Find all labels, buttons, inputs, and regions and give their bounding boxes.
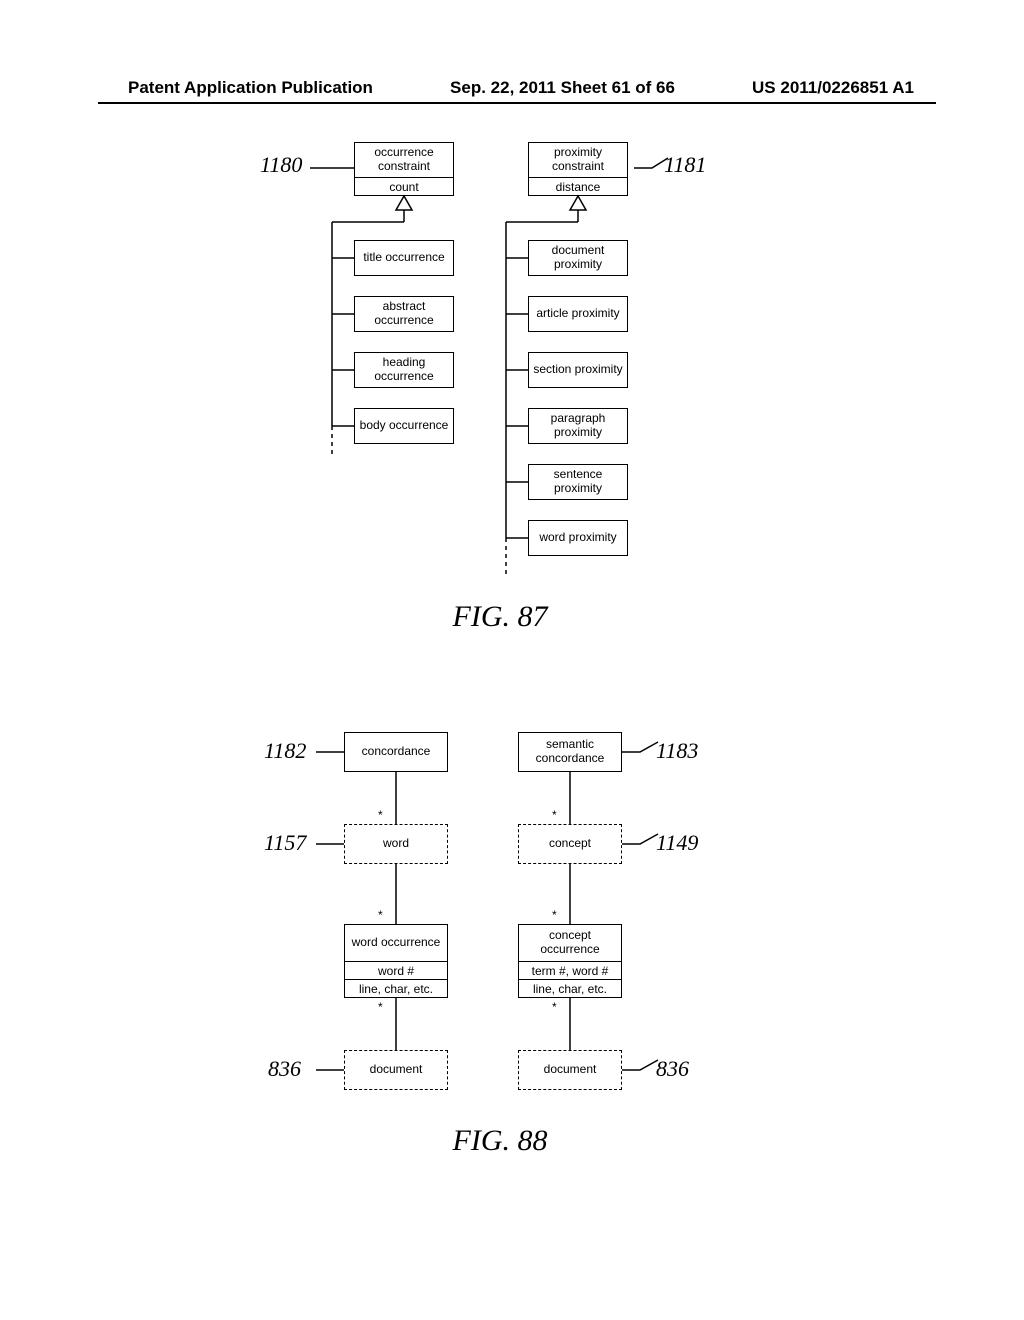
attr-wordnum: word # — [344, 962, 448, 980]
label: sentence proximity — [533, 468, 623, 496]
ref-1182: 1182 — [264, 738, 306, 764]
box-concept-occurrence: concept occurrence — [518, 924, 622, 962]
ref-1180: 1180 — [260, 152, 302, 178]
label: word — [349, 837, 443, 851]
label: proximity constraint — [533, 146, 623, 174]
box-title-occurrence: title occurrence — [354, 240, 454, 276]
ref-836-r: 836 — [656, 1056, 689, 1082]
box-paragraph-proximity: paragraph proximity — [528, 408, 628, 444]
label: section proximity — [533, 363, 623, 377]
ref-1183: 1183 — [656, 738, 698, 764]
label: semantic concordance — [523, 738, 617, 766]
attr-count: count — [354, 178, 454, 196]
mult: * — [378, 808, 383, 822]
connectors-87 — [0, 0, 1024, 1320]
label: article proximity — [533, 307, 623, 321]
box-document-r: document — [518, 1050, 622, 1090]
box-section-proximity: section proximity — [528, 352, 628, 388]
label: abstract occurrence — [359, 300, 449, 328]
label: concordance — [349, 745, 443, 759]
box-proximity-constraint: proximity constraint — [528, 142, 628, 178]
box-body-occurrence: body occurrence — [354, 408, 454, 444]
mult: * — [378, 1000, 383, 1014]
ref-1181: 1181 — [664, 152, 706, 178]
label: document — [349, 1063, 443, 1077]
mult: * — [552, 808, 557, 822]
label: title occurrence — [359, 251, 449, 265]
label: concept occurrence — [523, 929, 617, 957]
box-occurrence-constraint: occurrence constraint — [354, 142, 454, 178]
label: line, char, etc. — [533, 982, 607, 996]
mult: * — [552, 908, 557, 922]
box-article-proximity: article proximity — [528, 296, 628, 332]
ref-1149: 1149 — [656, 830, 698, 856]
connectors-88 — [0, 0, 1024, 1320]
label: term #, word # — [532, 964, 609, 978]
label: paragraph proximity — [533, 412, 623, 440]
label: concept — [523, 837, 617, 851]
label: document proximity — [533, 244, 623, 272]
fig88-label: FIG. 88 — [400, 1124, 600, 1158]
label: line, char, etc. — [359, 982, 433, 996]
box-semantic-concordance: semantic concordance — [518, 732, 622, 772]
fig87-label: FIG. 87 — [400, 600, 600, 634]
label: body occurrence — [359, 419, 449, 433]
box-concordance: concordance — [344, 732, 448, 772]
mult: * — [552, 1000, 557, 1014]
attr-linechar-r: line, char, etc. — [518, 980, 622, 998]
attr-linechar-l: line, char, etc. — [344, 980, 448, 998]
label: word occurrence — [349, 936, 443, 950]
box-word-occurrence: word occurrence — [344, 924, 448, 962]
box-sentence-proximity: sentence proximity — [528, 464, 628, 500]
box-document-proximity: document proximity — [528, 240, 628, 276]
mult: * — [378, 908, 383, 922]
box-concept: concept — [518, 824, 622, 864]
box-document-l: document — [344, 1050, 448, 1090]
attr-termword: term #, word # — [518, 962, 622, 980]
box-abstract-occurrence: abstract occurrence — [354, 296, 454, 332]
label: document — [523, 1063, 617, 1077]
label: word # — [378, 964, 414, 978]
attr-distance: distance — [528, 178, 628, 196]
diagram-canvas: occurrence constraint count 1180 title o… — [0, 0, 1024, 1320]
label: heading occurrence — [359, 356, 449, 384]
ref-1157: 1157 — [264, 830, 306, 856]
label: word proximity — [533, 531, 623, 545]
label: count — [389, 180, 418, 194]
label: occurrence constraint — [359, 146, 449, 174]
ref-836-l: 836 — [268, 1056, 301, 1082]
label: distance — [556, 180, 601, 194]
box-heading-occurrence: heading occurrence — [354, 352, 454, 388]
box-word: word — [344, 824, 448, 864]
box-word-proximity: word proximity — [528, 520, 628, 556]
